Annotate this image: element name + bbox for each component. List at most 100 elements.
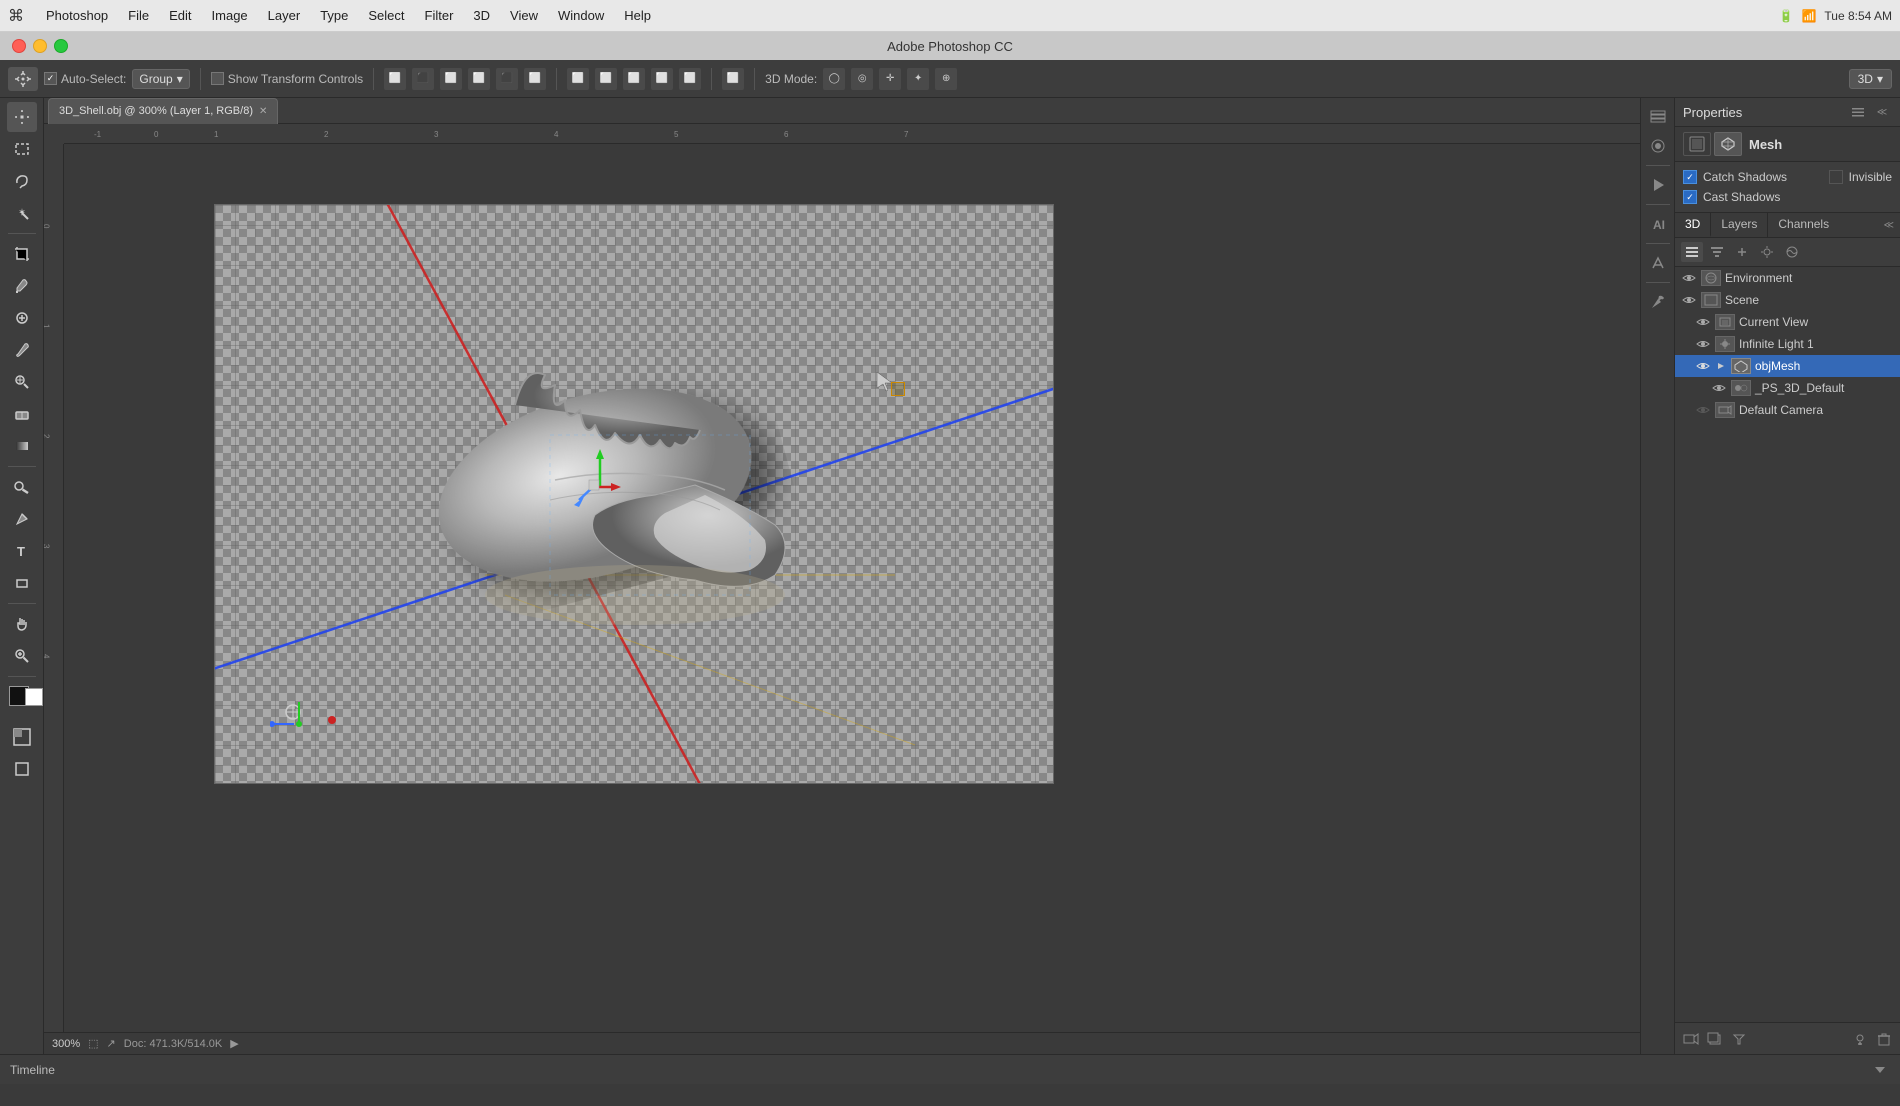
properties-collapse-icon[interactable]: ≪ — [1872, 102, 1892, 122]
tab-3d[interactable]: 3D — [1675, 213, 1711, 237]
align-btn-1[interactable]: ⬜ — [384, 68, 406, 90]
align-btn-2[interactable]: ⬛ — [412, 68, 434, 90]
heal-tool[interactable] — [7, 303, 37, 333]
align-btn-9[interactable]: ⬜ — [623, 68, 645, 90]
layer-eye-current-view[interactable] — [1695, 314, 1711, 330]
panel-icon-filter2[interactable] — [1729, 1029, 1749, 1049]
3d-mode-btn-3[interactable]: ✛ — [879, 68, 901, 90]
eraser-tool[interactable] — [7, 399, 37, 429]
apple-menu[interactable]: ⌘ — [8, 6, 24, 26]
layer-eye-obj-mesh[interactable] — [1695, 358, 1711, 374]
menu-photoshop[interactable]: Photoshop — [36, 0, 118, 31]
panel-icon-copy[interactable] — [1705, 1029, 1725, 1049]
move-tool[interactable] — [7, 102, 37, 132]
shape-tool[interactable] — [7, 568, 37, 598]
quick-mask-btn[interactable] — [7, 722, 37, 752]
minimize-button[interactable] — [33, 39, 47, 53]
prop-icon-scene[interactable] — [1683, 132, 1711, 156]
screen-mode-btn[interactable] — [7, 754, 37, 784]
align-btn-12[interactable]: ⬜ — [722, 68, 744, 90]
menu-type[interactable]: Type — [310, 0, 358, 31]
dodge-tool[interactable] — [7, 472, 37, 502]
layers-tool-filter[interactable] — [1706, 242, 1728, 262]
magic-wand-tool[interactable] — [7, 198, 37, 228]
catch-shadows-checkbox[interactable]: ✓ — [1683, 170, 1697, 184]
menu-file[interactable]: File — [118, 0, 159, 31]
align-btn-7[interactable]: ⬜ — [567, 68, 589, 90]
properties-menu-icon[interactable] — [1848, 102, 1868, 122]
panel-collapse-btn[interactable]: ≪ — [1878, 213, 1900, 237]
3d-mode-btn-1[interactable]: ◯ — [823, 68, 845, 90]
align-btn-5[interactable]: ⬛ — [496, 68, 518, 90]
doc-info-arrow[interactable]: ▶ — [230, 1037, 238, 1050]
3d-view-dropdown[interactable]: 3D ▾ — [1849, 69, 1892, 89]
layers-tool-material[interactable] — [1781, 242, 1803, 262]
auto-select-checkbox[interactable]: ✓ Auto-Select: — [44, 72, 126, 86]
tab-channels[interactable]: Channels — [1768, 213, 1839, 237]
layer-ps3d-default[interactable]: _PS_3D_Default — [1675, 377, 1900, 399]
lasso-tool[interactable] — [7, 166, 37, 196]
align-btn-4[interactable]: ⬜ — [468, 68, 490, 90]
auto-select-dropdown[interactable]: Group ▾ — [132, 69, 189, 89]
canvas-container[interactable]: -101234567 01234 — [44, 124, 1640, 1032]
background-color[interactable] — [25, 688, 43, 706]
crop-tool[interactable] — [7, 239, 37, 269]
transform-controls-checkbox[interactable]: Show Transform Controls — [211, 72, 363, 86]
layer-eye-environment[interactable] — [1681, 270, 1697, 286]
zoom-tool[interactable] — [7, 641, 37, 671]
cast-shadows-checkbox[interactable]: ✓ — [1683, 190, 1697, 204]
mini-icon-mask[interactable] — [1644, 132, 1672, 160]
tab-layers[interactable]: Layers — [1711, 213, 1768, 237]
mini-icon-text[interactable]: AI — [1644, 210, 1672, 238]
3d-mode-btn-2[interactable]: ◎ — [851, 68, 873, 90]
align-btn-8[interactable]: ⬜ — [595, 68, 617, 90]
layer-eye-scene[interactable] — [1681, 292, 1697, 308]
maximize-button[interactable] — [54, 39, 68, 53]
menu-3d[interactable]: 3D — [463, 0, 500, 31]
invisible-checkbox[interactable] — [1829, 170, 1843, 184]
document-tab[interactable]: 3D_Shell.obj @ 300% (Layer 1, RGB/8) ✕ — [48, 98, 278, 124]
layers-tool-light[interactable] — [1756, 242, 1778, 262]
align-btn-3[interactable]: ⬜ — [440, 68, 462, 90]
eyedropper-tool[interactable] — [7, 271, 37, 301]
layer-environment[interactable]: Environment — [1675, 267, 1900, 289]
close-button[interactable] — [12, 39, 26, 53]
menu-filter[interactable]: Filter — [415, 0, 464, 31]
3d-mode-btn-4[interactable]: ✦ — [907, 68, 929, 90]
text-tool[interactable]: T — [7, 536, 37, 566]
align-btn-10[interactable]: ⬜ — [651, 68, 673, 90]
select-rect-tool[interactable] — [7, 134, 37, 164]
align-btn-11[interactable]: ⬜ — [679, 68, 701, 90]
layer-eye-default-camera[interactable] — [1695, 402, 1711, 418]
menu-layer[interactable]: Layer — [258, 0, 311, 31]
layer-default-camera[interactable]: Default Camera — [1675, 399, 1900, 421]
clone-tool[interactable] — [7, 367, 37, 397]
layers-tool-view[interactable] — [1681, 242, 1703, 262]
mini-icon-play[interactable] — [1644, 171, 1672, 199]
layer-scene[interactable]: Scene — [1675, 289, 1900, 311]
layer-eye-ps3d-default[interactable] — [1711, 380, 1727, 396]
3d-mode-btn-5[interactable]: ⊕ — [935, 68, 957, 90]
layers-tool-add[interactable] — [1731, 242, 1753, 262]
prop-icon-mesh[interactable] — [1714, 132, 1742, 156]
panel-icon-delete[interactable] — [1874, 1029, 1894, 1049]
layer-current-view[interactable]: Current View — [1675, 311, 1900, 333]
layer-obj-mesh[interactable]: objMesh — [1675, 355, 1900, 377]
tab-close-btn[interactable]: ✕ — [259, 106, 267, 117]
menu-view[interactable]: View — [500, 0, 548, 31]
transform-box[interactable] — [211, 72, 224, 85]
layer-eye-infinite-light[interactable] — [1695, 336, 1711, 352]
panel-icon-camera[interactable] — [1681, 1029, 1701, 1049]
gradient-tool[interactable] — [7, 431, 37, 461]
panel-icon-light2[interactable] — [1850, 1029, 1870, 1049]
mini-icon-tools[interactable] — [1644, 288, 1672, 316]
mini-icon-layers[interactable] — [1644, 102, 1672, 130]
menu-window[interactable]: Window — [548, 0, 614, 31]
timeline-collapse-btn[interactable] — [1870, 1060, 1890, 1080]
layer-infinite-light[interactable]: Infinite Light 1 — [1675, 333, 1900, 355]
hand-tool[interactable] — [7, 609, 37, 639]
menu-help[interactable]: Help — [614, 0, 661, 31]
align-btn-6[interactable]: ⬜ — [524, 68, 546, 90]
menu-select[interactable]: Select — [358, 0, 414, 31]
canvas-viewport[interactable] — [64, 144, 1640, 1032]
